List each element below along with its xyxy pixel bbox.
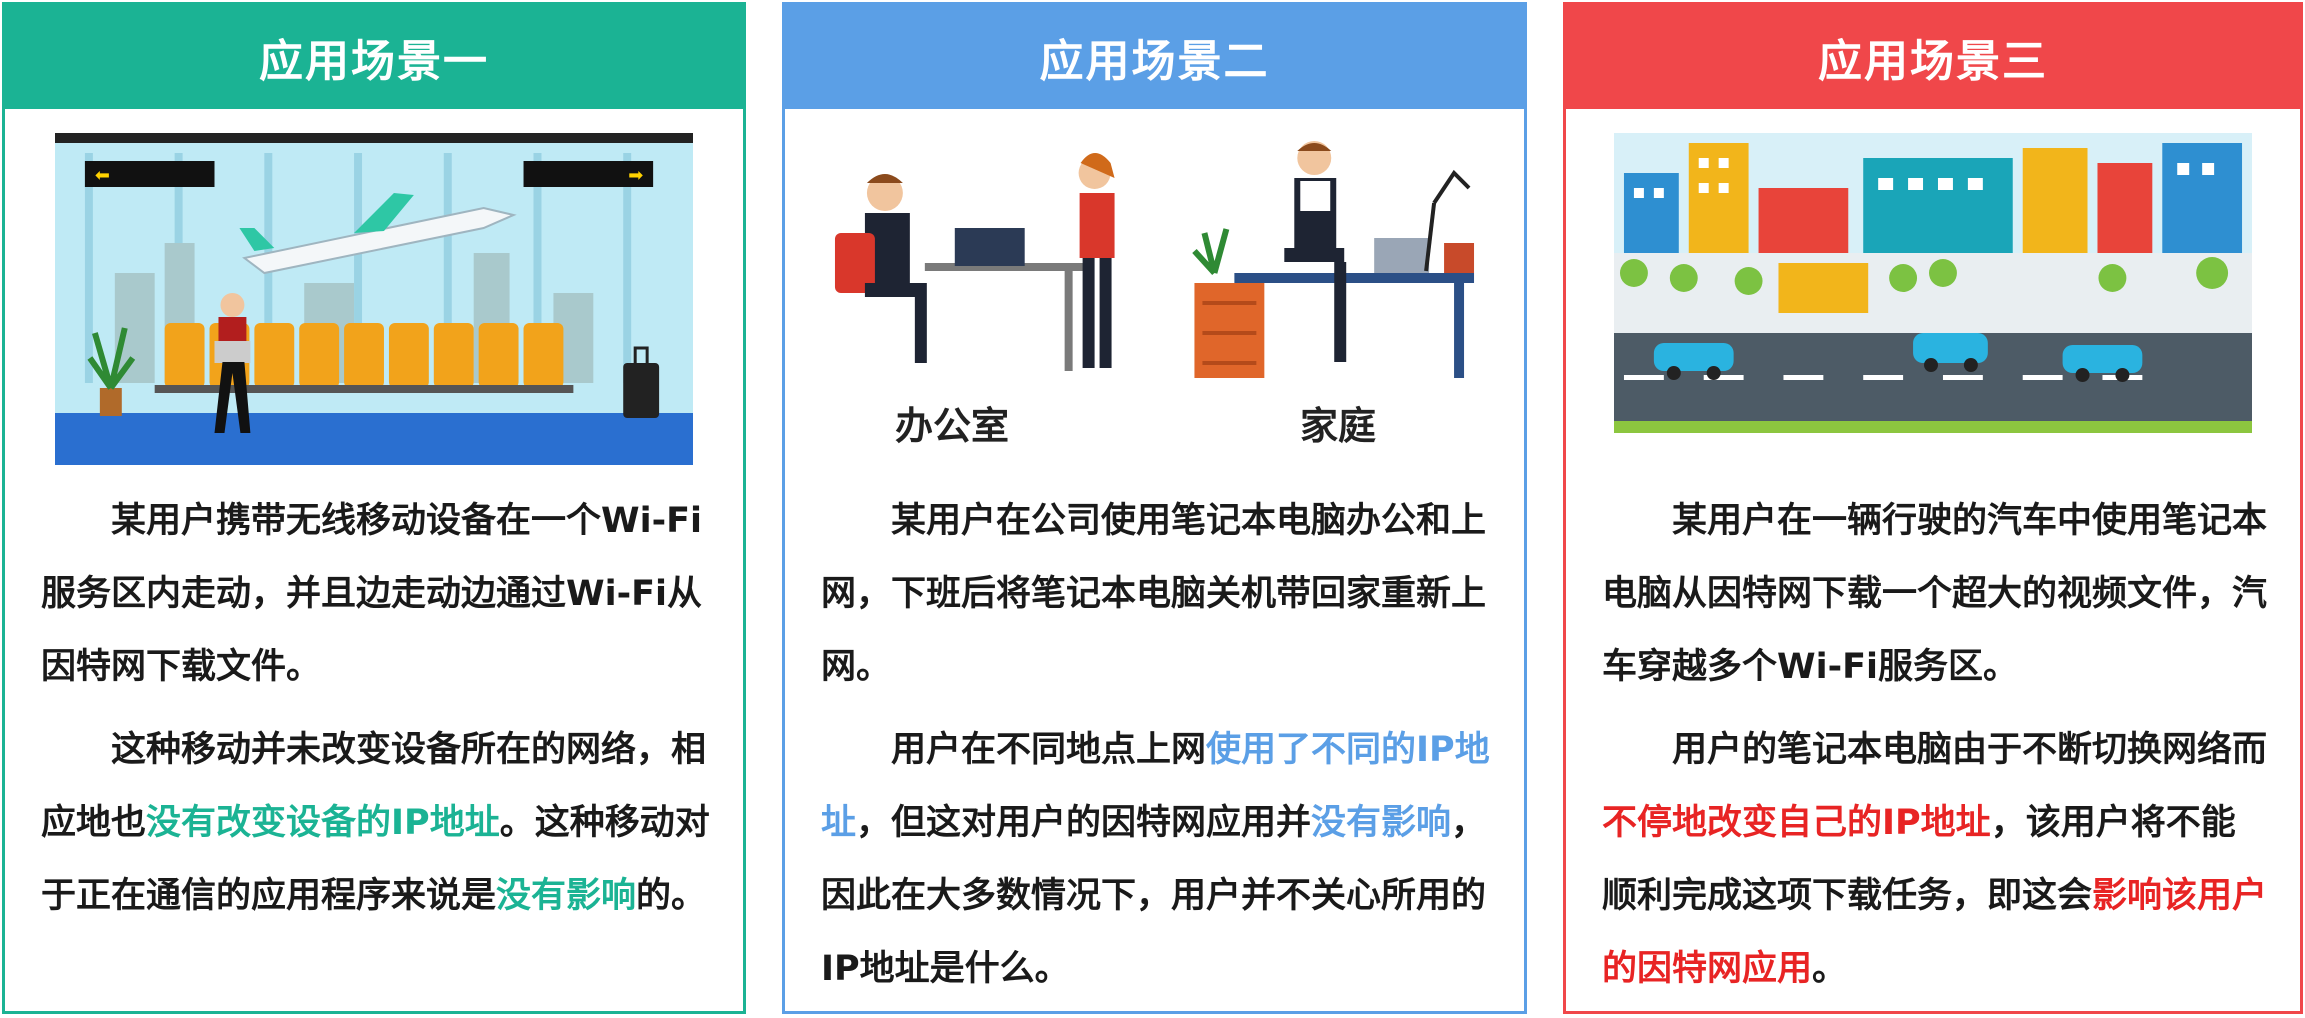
office-home-illustration [815, 133, 1494, 383]
paragraph-2: 用户的笔记本电脑由于不断切换网络而不停地改变自己的IP地址，该用户将不能顺利完成… [1602, 714, 2270, 1006]
card-description: 某用户携带无线移动设备在一个Wi-Fi服务区内走动，并且边走动边通过Wi-Fi从… [41, 485, 713, 943]
paragraph-1: 某用户在公司使用笔记本电脑办公和上网，下班后将笔记本电脑关机带回家重新上网。 [821, 501, 1487, 687]
card-description: 某用户在公司使用笔记本电脑办公和上网，下班后将笔记本电脑关机带回家重新上网。 用… [821, 485, 1494, 1011]
highlight-changing-ip: 不停地改变自己的IP地址 [1602, 803, 1991, 843]
scenario-card-2: 应用场景二 办公室 家庭 某用户在公司使用笔记本电脑办公和上网，下班后将笔记本电… [782, 2, 1527, 1014]
highlight-no-impact: 没有影响 [496, 876, 637, 916]
paragraph-1: 某用户携带无线移动设备在一个Wi-Fi服务区内走动，并且边走动边通过Wi-Fi从… [41, 501, 703, 687]
card-header: 应用场景二 [785, 5, 1524, 109]
scenario-card-1: 应用场景一 ⬅ ➡ 某用户携带无线移动设备在一个Wi-Fi服务区内走动，并且边走… [2, 2, 746, 1014]
city-street-illustration [1614, 133, 2252, 433]
paragraph-2: 用户在不同地点上网使用了不同的IP地址，但这对用户的因特网应用并没有影响，因此在… [821, 714, 1494, 1006]
label-home: 家庭 [1300, 404, 1377, 448]
svg-text:➡: ➡ [628, 165, 643, 186]
text-segment: ，但这对用户的因特网应用并 [856, 803, 1312, 843]
text-segment: 用户的笔记本电脑由于不断切换网络而 [1672, 730, 2268, 770]
svg-text:⬅: ⬅ [95, 165, 110, 186]
airport-illustration: ⬅ ➡ [55, 133, 693, 465]
paragraph-2: 这种移动并未改变设备所在的网络，相应地也没有改变设备的IP地址。这种移动对于正在… [41, 714, 713, 933]
scenario-card-3: 应用场景三 某用户在一辆行驶的汽车中使用笔记本电脑从因特网下载一个超大的视频文件… [1563, 2, 2303, 1014]
text-segment: 的。 [636, 876, 707, 916]
label-office: 办公室 [895, 404, 1010, 448]
highlight-no-impact: 没有影响 [1311, 803, 1452, 843]
text-segment: 。 [1812, 949, 1848, 989]
highlight-ip-unchanged: 没有改变设备的IP地址 [146, 803, 500, 843]
paragraph-1: 某用户在一辆行驶的汽车中使用笔记本电脑从因特网下载一个超大的视频文件，汽车穿越多… [1602, 501, 2268, 687]
card-description: 某用户在一辆行驶的汽车中使用笔记本电脑从因特网下载一个超大的视频文件，汽车穿越多… [1602, 485, 2270, 1011]
text-segment: 用户在不同地点上网 [891, 730, 1207, 770]
card-header: 应用场景三 [1566, 5, 2300, 109]
card-header: 应用场景一 [5, 5, 743, 109]
location-labels: 办公室 家庭 [785, 395, 1524, 455]
